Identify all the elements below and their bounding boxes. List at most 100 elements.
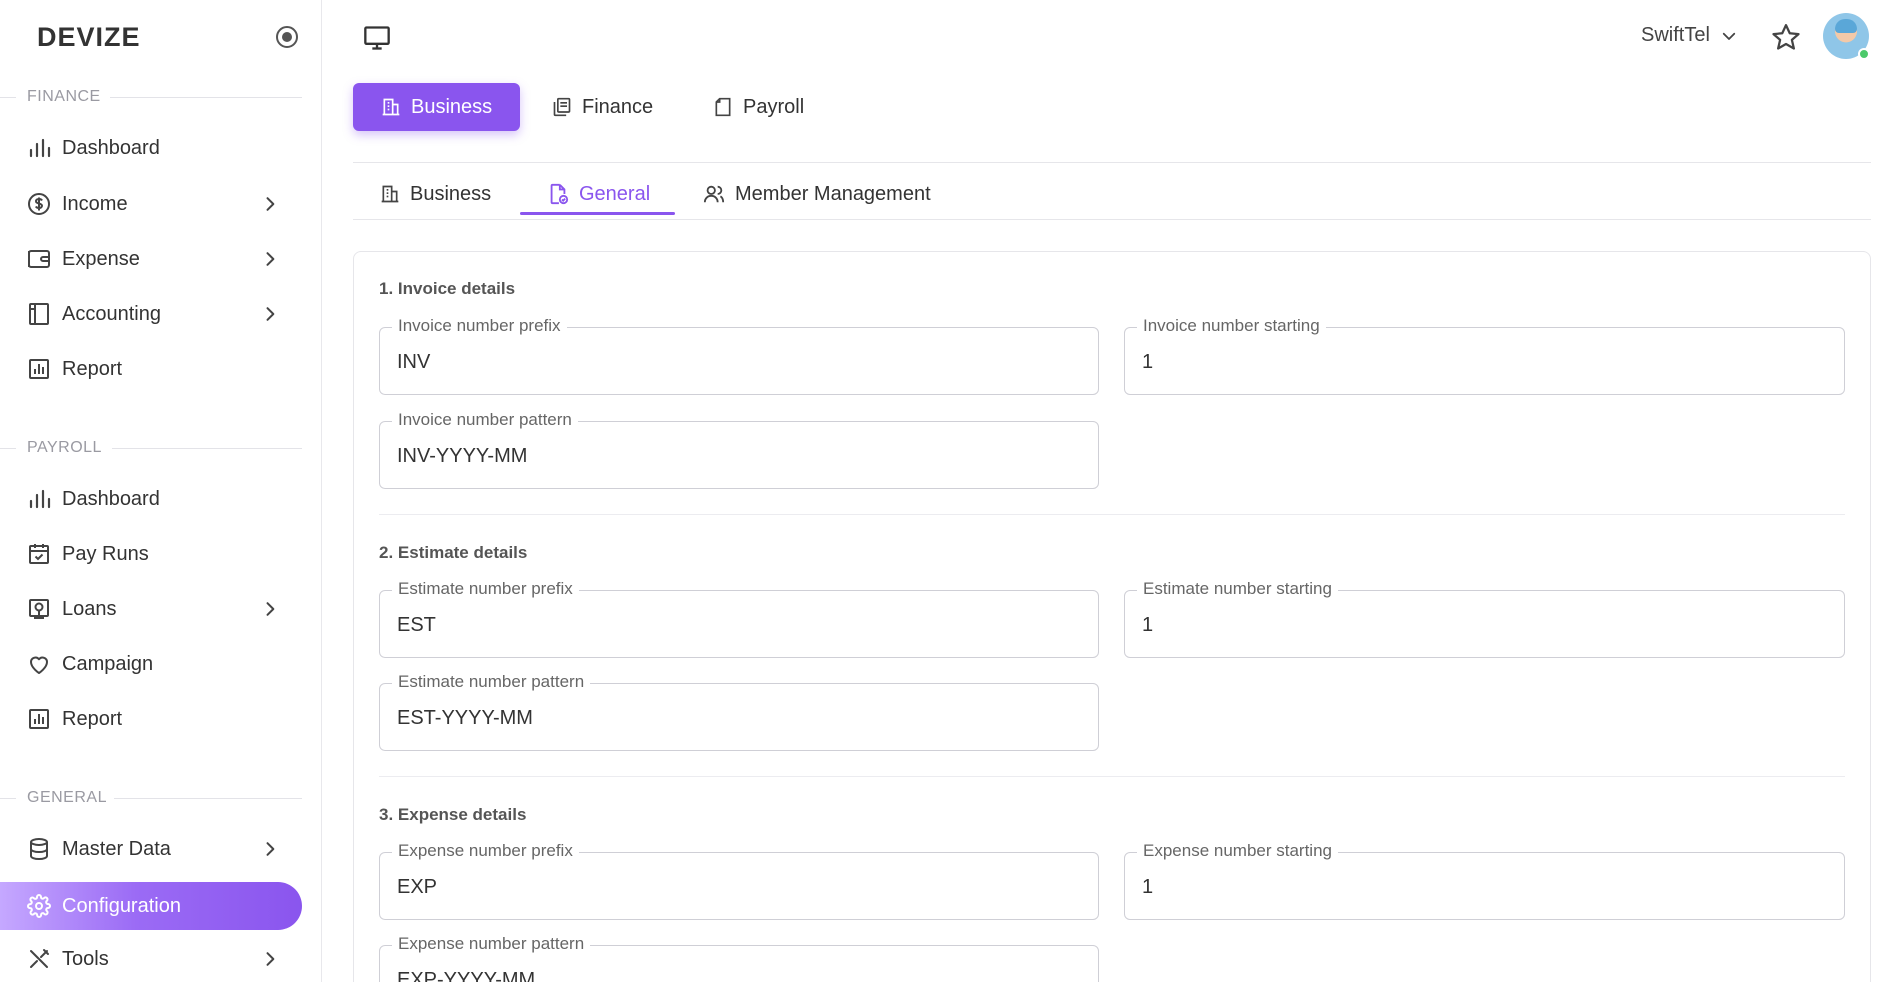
- invoice-prefix-field[interactable]: Invoice number prefix: [379, 316, 1099, 395]
- sidebar-item-label: Campaign: [62, 652, 154, 675]
- field-label: Invoice number pattern: [392, 410, 578, 430]
- sidebar-item-pay-runs[interactable]: Pay Runs: [0, 530, 302, 578]
- document-icon: [713, 97, 733, 117]
- sidebar-item-accounting[interactable]: Accounting: [0, 290, 302, 338]
- section-label-finance: FINANCE: [27, 88, 101, 105]
- tab-label: General: [579, 182, 651, 205]
- chevron-right-icon: [258, 192, 282, 216]
- chevron-right-icon: [258, 837, 282, 861]
- expense-pattern-input[interactable]: [397, 964, 1081, 982]
- sidebar-item-label: Tools: [62, 947, 109, 970]
- estimate-prefix-field[interactable]: Estimate number prefix: [379, 579, 1099, 658]
- estimate-starting-field[interactable]: Estimate number starting: [1124, 579, 1845, 658]
- online-status-indicator: [1858, 48, 1870, 60]
- sidebar-item-label: Master Data: [62, 837, 171, 860]
- sidebar-item-expense[interactable]: Expense: [0, 235, 302, 283]
- book-icon: [26, 301, 52, 327]
- subtab-general[interactable]: General: [547, 174, 650, 214]
- sidebar-item-label: Expense: [62, 247, 140, 270]
- section-divider: [0, 798, 16, 799]
- sidebar: DEVIZE FINANCE Dashboard Income Expense …: [0, 0, 322, 982]
- sidebar-item-master-data[interactable]: Master Data: [0, 825, 302, 873]
- subtab-member-management[interactable]: Member Management: [703, 174, 931, 214]
- tab-label: Payroll: [743, 95, 805, 118]
- sidebar-item-finance-report[interactable]: Report: [0, 345, 302, 393]
- sidebar-item-label: Income: [62, 192, 128, 215]
- documents-icon: [552, 97, 572, 117]
- tab-business[interactable]: Business: [353, 83, 521, 131]
- gear-icon: [26, 893, 52, 919]
- sidebar-item-label: Loans: [62, 597, 117, 620]
- monitor-icon[interactable]: [362, 24, 392, 57]
- expense-prefix-field[interactable]: Expense number prefix: [379, 841, 1099, 920]
- estimate-prefix-input[interactable]: [397, 609, 1081, 641]
- expense-prefix-input[interactable]: [397, 871, 1081, 903]
- organization-name: SwiftTel: [1641, 24, 1710, 46]
- sidebar-item-loans[interactable]: Loans: [0, 585, 302, 633]
- bar-chart-icon: [26, 135, 52, 161]
- tabs-divider: [353, 162, 1871, 163]
- section-title-estimate: 2. Estimate details: [379, 543, 528, 562]
- invoice-pattern-input[interactable]: [397, 440, 1081, 472]
- section-label-general: GENERAL: [27, 789, 107, 806]
- invoice-pattern-field[interactable]: Invoice number pattern: [379, 410, 1099, 489]
- organization-switcher[interactable]: SwiftTel: [1641, 24, 1738, 47]
- report-icon: [26, 706, 52, 732]
- sidebar-item-income[interactable]: Income: [0, 180, 302, 228]
- invoice-starting-field[interactable]: Invoice number starting: [1124, 316, 1845, 395]
- sidebar-item-label: Report: [62, 357, 123, 380]
- bar-chart-icon: [26, 486, 52, 512]
- chevron-right-icon: [258, 597, 282, 621]
- section-divider: [0, 448, 16, 449]
- chevron-right-icon: [258, 947, 282, 971]
- field-label: Expense number prefix: [392, 841, 579, 861]
- sidebar-item-finance-dashboard[interactable]: Dashboard: [0, 124, 302, 172]
- sidebar-item-payroll-dashboard[interactable]: Dashboard: [0, 475, 302, 523]
- invoice-prefix-input[interactable]: [397, 346, 1081, 378]
- expense-starting-field[interactable]: Expense number starting: [1124, 841, 1845, 920]
- section-divider: [379, 776, 1845, 777]
- tab-label: Business: [411, 95, 493, 118]
- tab-payroll[interactable]: Payroll: [713, 83, 804, 131]
- tab-label: Business: [410, 182, 492, 205]
- sidebar-item-campaign[interactable]: Campaign: [0, 640, 302, 688]
- active-tab-indicator: [520, 212, 675, 215]
- field-label: Expense number pattern: [392, 934, 591, 954]
- users-icon: [703, 183, 725, 205]
- chevron-down-icon: [1720, 27, 1738, 45]
- estimate-pattern-input[interactable]: [397, 702, 1081, 734]
- star-icon[interactable]: [1771, 22, 1801, 57]
- sidebar-item-tools[interactable]: Tools: [0, 935, 302, 982]
- field-label: Invoice number prefix: [392, 316, 567, 336]
- section-divider: [379, 514, 1845, 515]
- estimate-starting-input[interactable]: [1142, 609, 1827, 641]
- sidebar-item-label: Dashboard: [62, 136, 160, 159]
- sidebar-item-payroll-report[interactable]: Report: [0, 695, 302, 743]
- expense-starting-input[interactable]: [1142, 871, 1827, 903]
- tab-label: Finance: [582, 95, 654, 118]
- subtab-business[interactable]: Business: [380, 174, 491, 214]
- chevron-right-icon: [258, 247, 282, 271]
- section-divider: [112, 448, 302, 449]
- wallet-icon: [26, 246, 52, 272]
- report-icon: [26, 356, 52, 382]
- calendar-check-icon: [26, 541, 52, 567]
- field-label: Expense number starting: [1137, 841, 1338, 861]
- estimate-pattern-field[interactable]: Estimate number pattern: [379, 672, 1099, 751]
- field-label: Estimate number pattern: [392, 672, 591, 692]
- section-title-invoice: 1. Invoice details: [379, 279, 516, 298]
- document-check-icon: [547, 183, 569, 205]
- field-label: Estimate number starting: [1137, 579, 1338, 599]
- tab-finance[interactable]: Finance: [552, 83, 653, 131]
- field-label: Invoice number starting: [1137, 316, 1326, 336]
- invoice-starting-input[interactable]: [1142, 346, 1827, 378]
- section-divider: [110, 97, 302, 98]
- expense-pattern-field[interactable]: Expense number pattern: [379, 934, 1099, 982]
- sidebar-item-label: Report: [62, 707, 123, 730]
- sidebar-item-configuration[interactable]: Configuration: [0, 882, 302, 930]
- section-title-expense: 3. Expense details: [379, 805, 527, 824]
- tools-icon: [26, 946, 52, 972]
- sidebar-toggle-icon[interactable]: [276, 26, 298, 48]
- building-icon: [381, 97, 401, 117]
- section-label-payroll: PAYROLL: [27, 439, 102, 456]
